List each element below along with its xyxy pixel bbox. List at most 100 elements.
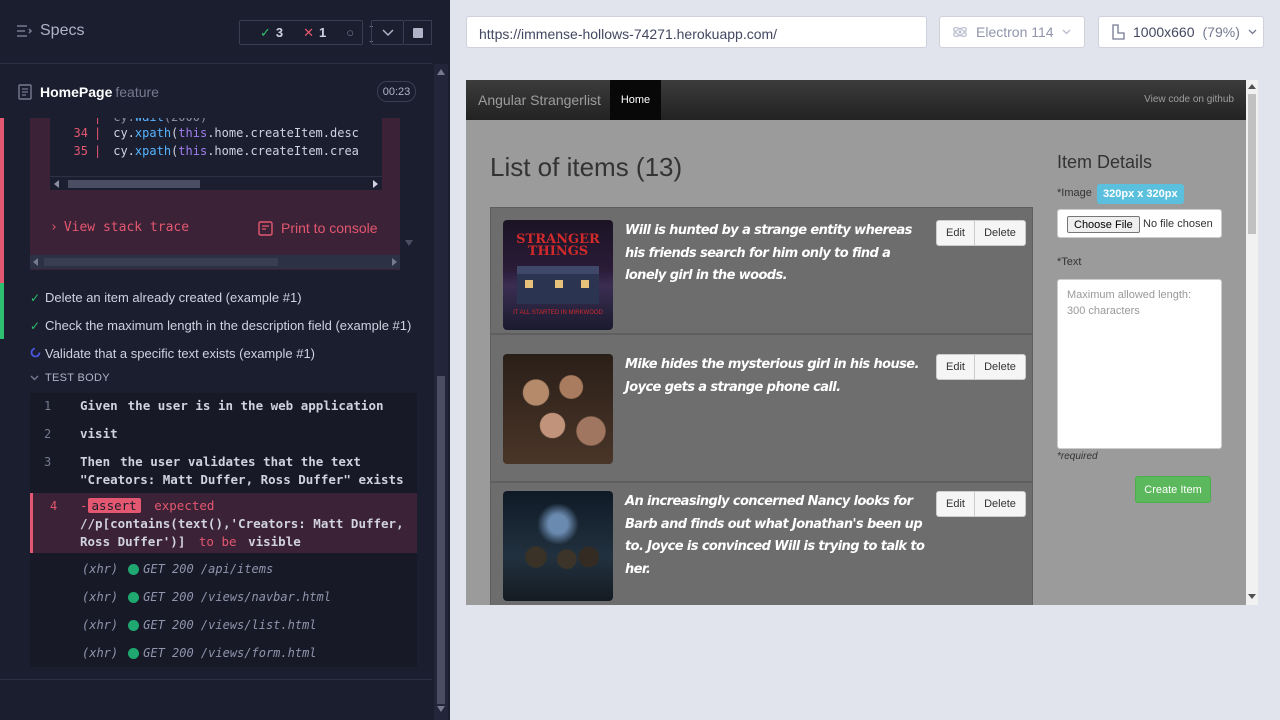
dropdown-button[interactable] — [371, 20, 404, 45]
delete-button[interactable]: Delete — [975, 354, 1026, 380]
assert-prefix: - — [80, 498, 88, 513]
print-to-console-button[interactable]: Print to console — [258, 220, 378, 236]
assert-expected: expected — [154, 498, 215, 513]
poster-title: STRANGER THINGS — [516, 232, 600, 259]
item-actions: Edit Delete — [936, 220, 1026, 246]
scroll-down-icon[interactable] — [437, 706, 445, 712]
stop-button[interactable] — [404, 20, 432, 45]
assert-selector: Ross Duffer')] — [80, 534, 186, 549]
text-label: *Text — [1057, 256, 1082, 268]
xhr-tag: (xhr) — [82, 646, 119, 660]
choose-file-button[interactable]: Choose File — [1067, 216, 1140, 233]
test-stats: ✓ 3 ✕ 1 ○ -- — [239, 18, 373, 48]
error-horizontal-scrollbar[interactable] — [30, 255, 400, 269]
test-body-header[interactable]: TEST BODY — [30, 372, 110, 384]
view-stack-trace-link[interactable]: › View stack trace — [50, 220, 189, 235]
reporter-panel: Specs ✓3 ✕1 ○-- HomePagefeature 00:23 |c… — [0, 0, 450, 720]
command-row[interactable]: 1 Given the user is in the web applicatio… — [30, 397, 417, 417]
code-line: 35 | cy.xpath(this.home.createItem.crea — [73, 144, 359, 158]
nav-github-link[interactable]: View code on github — [1144, 94, 1234, 105]
command-number: 1 — [44, 399, 52, 413]
app-content: List of items (13) STRANGER THINGS IT AL… — [466, 120, 1246, 605]
item-photo — [503, 491, 613, 601]
stack-trace-label: View stack trace — [63, 220, 190, 235]
command-number: 4 — [50, 499, 58, 513]
command-text: "Creators: Matt Duffer, Ross Duffer" exi… — [80, 472, 404, 487]
command-keyword: Given — [80, 398, 118, 413]
scroll-left-icon[interactable] — [33, 258, 39, 266]
item-description: Will is hunted by a strange entity where… — [625, 223, 912, 283]
scroll-down-icon[interactable] — [1248, 594, 1256, 599]
reporter-vertical-scrollbar[interactable] — [434, 64, 448, 720]
scroll-down-icon[interactable] — [405, 240, 413, 246]
item-photo — [503, 354, 613, 464]
browser-selector[interactable]: Electron 114 — [939, 16, 1085, 48]
xhr-row[interactable]: (xhr) GET 200 /api/items — [82, 562, 273, 576]
spec-file-name: HomePage feature — [40, 84, 159, 100]
list-title: List of items (13) — [490, 152, 683, 182]
assert-visible: visible — [248, 534, 301, 549]
xhr-row[interactable]: (xhr) GET 200 /views/form.html — [82, 646, 317, 660]
xhr-row[interactable]: (xhr) GET 200 /views/list.html — [82, 618, 317, 632]
scroll-thumb[interactable] — [437, 376, 445, 704]
scroll-left-icon[interactable] — [54, 180, 60, 188]
error-vertical-scrollbar[interactable] — [400, 118, 417, 270]
app-brand[interactable]: Angular Strangerlist — [478, 92, 601, 108]
chevron-down-icon — [1248, 29, 1257, 35]
command-row[interactable]: 2 visit — [30, 425, 417, 445]
command-log: 1 Given the user is in the web applicatio… — [30, 393, 417, 667]
spec-file-header[interactable]: HomePage feature 00:23 — [0, 76, 432, 108]
edit-button[interactable]: Edit — [936, 491, 975, 517]
specs-label: Specs — [40, 22, 85, 39]
pending-icon: ○ — [346, 25, 355, 40]
code-frame: |cy.wait(2000) 34|cy.xpath(this.home.cre… — [50, 118, 382, 176]
create-item-button[interactable]: Create Item — [1135, 476, 1211, 503]
file-input[interactable]: Choose File No file chosen — [1057, 209, 1222, 238]
command-number: 3 — [44, 455, 52, 469]
passed-count: ✓ 3 — [260, 24, 284, 41]
aut-panel: https://immense-hollows-74271.herokuapp.… — [450, 0, 1280, 720]
description-textarea[interactable]: Maximum allowed length: 300 characters — [1057, 279, 1222, 449]
test-item-passed[interactable]: ✓ Check the maximum length in the descri… — [0, 311, 432, 339]
command-text: the user is in the web application — [127, 398, 384, 413]
test-body-label: TEST BODY — [45, 372, 110, 384]
nav-home-link[interactable]: Home — [610, 80, 661, 120]
code-line: 34 | cy.xpath(this.home.createItem.desc — [73, 126, 359, 140]
reporter-header: Specs ✓ 3 ✕ 1 ○ -- — [0, 0, 432, 64]
item-description: An increasingly concerned Nancy looks fo… — [625, 494, 925, 577]
failed-count: ✕ 1 — [303, 24, 327, 41]
scroll-thumb[interactable] — [44, 258, 278, 266]
viewport-selector[interactable]: 1000x660 (79%) — [1098, 16, 1264, 48]
test-status-bar — [0, 283, 4, 311]
command-row[interactable]: 3 Then the user validates that the text "… — [30, 453, 417, 489]
scroll-right-icon[interactable] — [391, 258, 397, 266]
xhr-text: GET 200 /views/navbar.html — [143, 590, 331, 604]
console-icon — [258, 220, 273, 236]
app-under-test: Angular Strangerlist Home View code on g… — [466, 80, 1258, 605]
test-item-running[interactable]: Validate that a specific text exists (ex… — [0, 339, 432, 367]
scroll-thumb[interactable] — [1248, 94, 1256, 234]
code-horizontal-scrollbar[interactable] — [50, 176, 382, 190]
image-size-badge: 320px x 320px — [1097, 184, 1184, 204]
test-item-passed[interactable]: ✓ Delete an item already created (exampl… — [0, 283, 432, 311]
xhr-tag: (xhr) — [82, 562, 119, 576]
url-bar[interactable]: https://immense-hollows-74271.herokuapp.… — [466, 16, 927, 48]
test-title: Check the maximum length in the descript… — [45, 318, 412, 333]
assert-selector: //p[contains(text(),'Creators: Matt Duff… — [80, 516, 404, 531]
xhr-row[interactable]: (xhr) GET 200 /views/navbar.html — [82, 590, 331, 604]
scroll-thumb[interactable] — [68, 180, 200, 188]
specs-button[interactable]: Specs — [16, 22, 84, 40]
file-icon — [18, 84, 32, 100]
app-vertical-scrollbar[interactable] — [1246, 80, 1258, 605]
command-row-failed[interactable]: 4 - assert expected //p[contains(text(),'… — [30, 493, 417, 553]
delete-button[interactable]: Delete — [975, 491, 1026, 517]
edit-button[interactable]: Edit — [936, 354, 975, 380]
command-number: 2 — [44, 427, 52, 441]
xhr-text: GET 200 /api/items — [143, 562, 274, 576]
scroll-right-icon[interactable] — [372, 180, 378, 188]
scroll-up-icon[interactable] — [437, 69, 445, 75]
delete-button[interactable]: Delete — [975, 220, 1026, 246]
scroll-up-icon[interactable] — [1248, 84, 1256, 89]
edit-button[interactable]: Edit — [936, 220, 975, 246]
status-dot-icon — [128, 563, 140, 575]
